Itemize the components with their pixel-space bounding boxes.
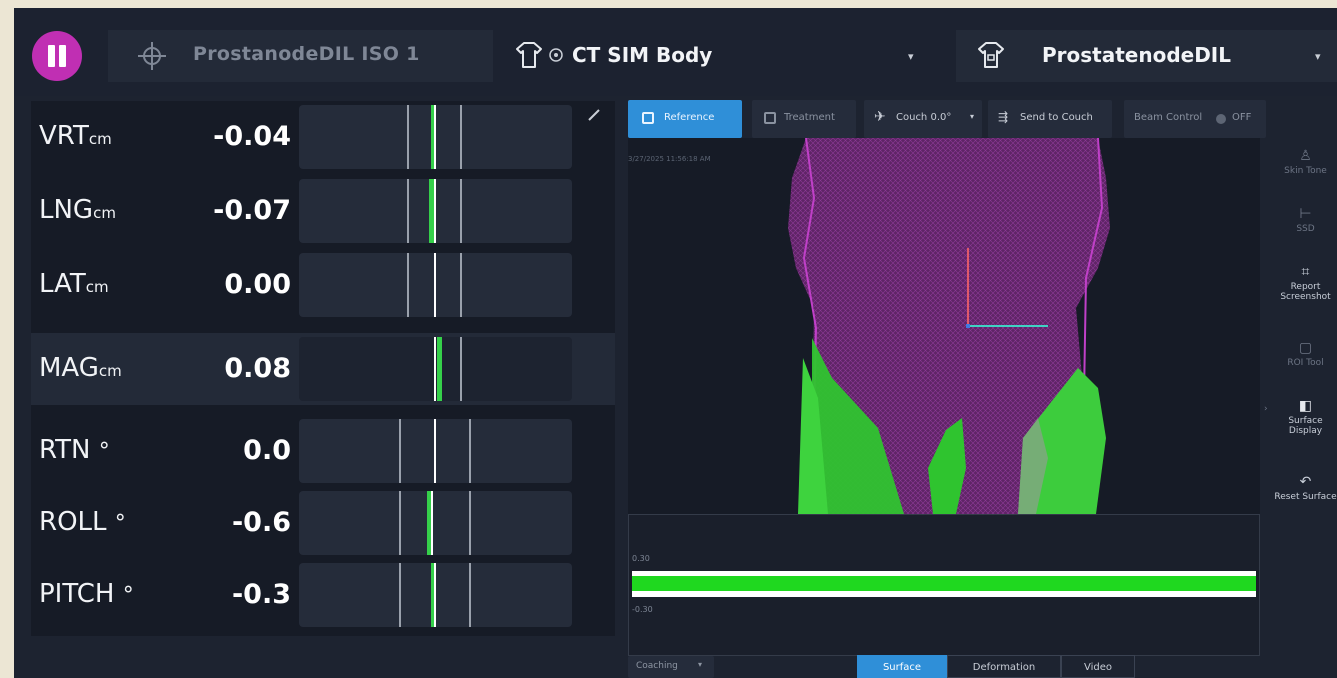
crosshair-icon	[138, 42, 166, 70]
capture-timestamp: 3/27/2025 11:56:18 AM	[628, 155, 711, 163]
chevron-right-icon[interactable]: ›	[1264, 404, 1268, 414]
chevron-down-icon: ▾	[1315, 50, 1321, 63]
target-structure-dropdown[interactable]: ProstatenodeDIL ▾	[956, 30, 1337, 82]
metric-indicator-bar	[299, 419, 572, 483]
metric-name: MAG	[39, 353, 99, 383]
reset-icon: ↶	[1299, 474, 1312, 490]
metric-unit: °	[98, 439, 110, 464]
metric-row-lng: LNGcm -0.07	[31, 175, 615, 247]
metric-indicator-marker	[434, 253, 436, 317]
tab-surface[interactable]: Surface	[857, 655, 947, 678]
ruler-icon: ⊢	[1299, 206, 1312, 222]
metric-value: -0.6	[231, 507, 291, 538]
surface-icon: ◧	[1298, 398, 1313, 414]
body-surface-render	[788, 138, 1110, 514]
tab-deformation[interactable]: Deformation	[947, 655, 1061, 678]
metric-name: LNG	[39, 195, 94, 225]
beam-control-toggle[interactable]: Beam Control OFF	[1124, 100, 1266, 138]
metric-value: 0.0	[243, 435, 291, 466]
body-structure-dropdown[interactable]: CT SIM Body ▾	[496, 30, 944, 82]
surface-3d-viewport[interactable]	[628, 138, 1260, 514]
metric-unit: °	[114, 511, 126, 536]
isocenter-selector[interactable]: ProstanodeDIL ISO 1	[108, 30, 493, 82]
couch-icon: ✈	[874, 109, 886, 125]
metric-indicator-marker	[434, 419, 436, 483]
metric-indicator-bar	[299, 179, 572, 243]
roi-icon: ▢	[1298, 340, 1313, 356]
metric-name: RTN	[39, 435, 91, 465]
metric-name: PITCH	[39, 579, 115, 609]
body-structure-label: CT SIM Body	[572, 43, 713, 67]
metric-name: VRT	[39, 121, 89, 151]
metric-indicator-bar	[299, 105, 572, 169]
motion-trace-line	[632, 576, 1256, 591]
metric-value: -0.04	[213, 121, 291, 152]
metric-row-vrt: VRTcm -0.04	[31, 101, 615, 173]
chevron-down-icon: ▾	[908, 50, 914, 63]
coaching-dropdown[interactable]: Coaching ▾	[628, 656, 714, 678]
send-couch-icon: ⇶	[998, 110, 1009, 124]
screenshot-icon: ⌗	[1301, 264, 1310, 280]
toggle-knob-icon	[1216, 114, 1226, 124]
metric-value: -0.3	[231, 579, 291, 610]
report-screenshot-tool[interactable]: ⌗ Report Screenshot	[1274, 264, 1337, 302]
circle-check-icon	[549, 48, 563, 62]
graph-lower-limit: -0.30	[632, 605, 653, 614]
metric-value: 0.08	[224, 353, 291, 384]
metric-row-roll: ROLL ° -0.6	[31, 487, 615, 559]
chevron-down-icon: ▾	[970, 112, 975, 121]
reset-surface-tool[interactable]: ↶ Reset Surface	[1274, 474, 1337, 502]
treatment-button[interactable]: Treatment	[752, 100, 856, 138]
metric-indicator-bar	[299, 337, 572, 401]
target-structure-label: ProstatenodeDIL	[1042, 43, 1231, 67]
metric-unit: cm	[98, 362, 122, 380]
metric-name: ROLL	[39, 507, 107, 537]
shift-metrics-panel: VRTcm -0.04 LNGcm -0.07 LATcm 0.00 MAGcm…	[31, 101, 615, 636]
metric-indicator-bar	[299, 253, 572, 317]
metric-unit: cm	[88, 130, 112, 148]
metric-value: 0.00	[224, 269, 291, 300]
edit-pencil-icon[interactable]	[587, 108, 601, 122]
isocenter-label: ProstanodeDIL ISO 1	[193, 43, 420, 65]
metric-indicator-marker	[437, 337, 442, 401]
metric-row-mag: MAGcm 0.08	[31, 333, 615, 405]
metric-name: LAT	[39, 269, 86, 299]
body-target-icon	[978, 42, 1004, 68]
camera-icon	[764, 112, 776, 124]
roi-tool[interactable]: ▢ ROI Tool	[1274, 340, 1337, 368]
chevron-down-icon: ▾	[698, 660, 703, 669]
metric-indicator-bar	[299, 491, 572, 555]
surface-display-tool[interactable]: ◧ Surface Display	[1274, 398, 1337, 436]
metric-unit: cm	[85, 278, 109, 296]
metric-value: -0.07	[213, 195, 291, 226]
person-icon: ♙	[1299, 148, 1312, 164]
reference-button[interactable]: Reference	[628, 100, 742, 138]
metric-row-rtn: RTN ° 0.0	[31, 415, 615, 487]
body-outline-icon	[516, 42, 542, 68]
send-to-couch-button[interactable]: ⇶ Send to Couch	[988, 100, 1112, 138]
app-window: ProstanodeDIL ISO 1 CT SIM Body ▾ Prosta…	[14, 8, 1337, 678]
pause-icon	[48, 45, 55, 67]
camera-icon	[642, 112, 654, 124]
metric-unit: cm	[93, 204, 116, 222]
ssd-tool[interactable]: ⊢ SSD	[1274, 206, 1337, 234]
metric-indicator-bar	[299, 563, 572, 627]
couch-angle-dropdown[interactable]: ✈ Couch 0.0° ▾	[864, 100, 982, 138]
metric-row-lat: LATcm 0.00	[31, 249, 615, 321]
pause-button[interactable]	[32, 31, 82, 81]
metric-unit: °	[122, 583, 134, 608]
tab-video[interactable]: Video	[1061, 655, 1135, 678]
skin-tone-tool[interactable]: ♙ Skin Tone	[1274, 148, 1337, 176]
metric-row-pitch: PITCH ° -0.3	[31, 559, 615, 631]
graph-upper-limit: 0.30	[632, 554, 650, 563]
